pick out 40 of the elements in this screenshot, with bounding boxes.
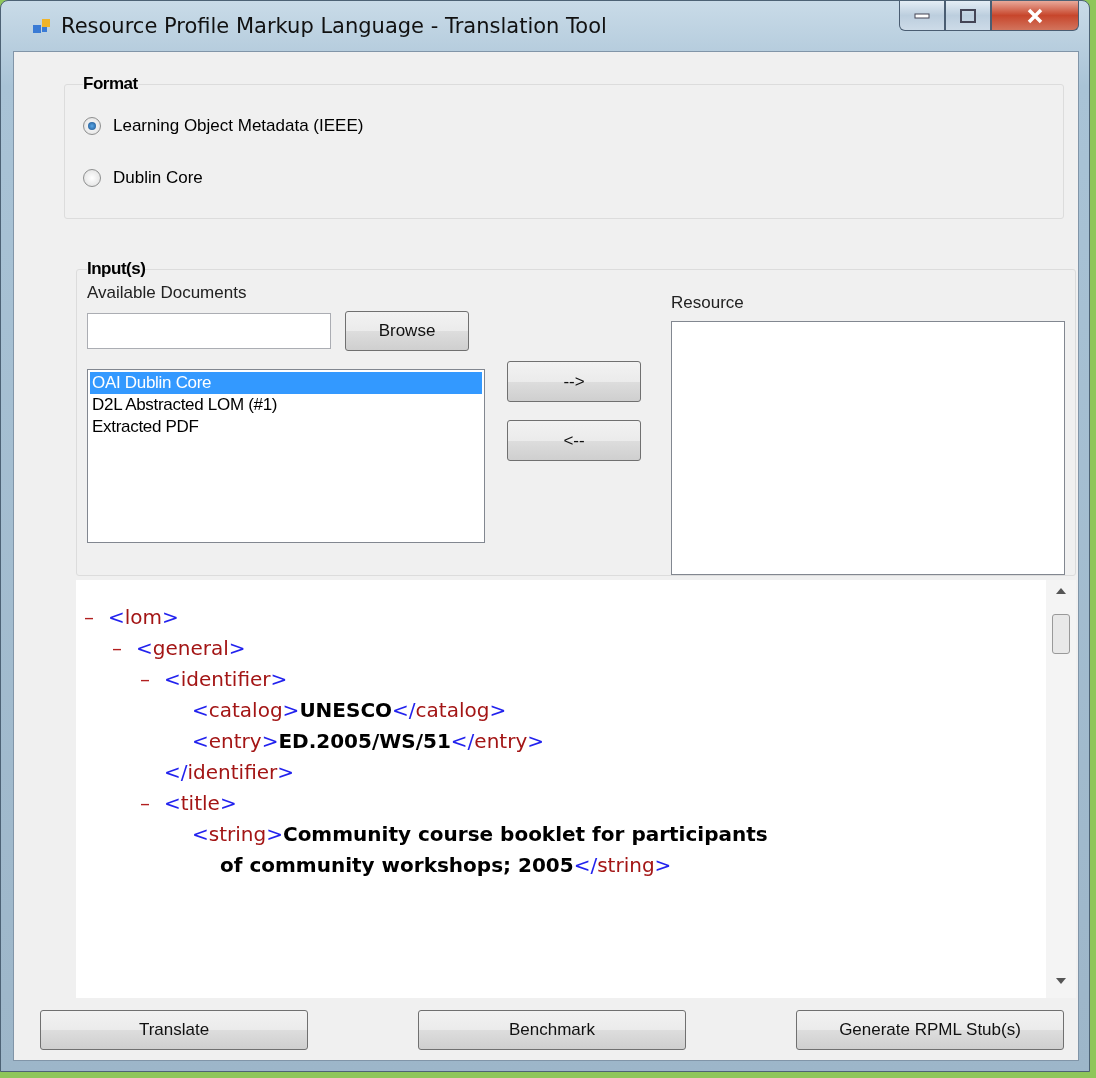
collapse-toggle[interactable]: – [84,602,98,633]
minimize-icon [914,12,930,19]
collapse-toggle[interactable]: – [112,633,126,664]
collapse-toggle[interactable]: – [140,788,154,819]
scrollbar[interactable] [1046,580,1076,998]
xml-open-tag: <identifier> [164,664,288,695]
list-item[interactable]: D2L Abstracted LOM (#1) [90,394,482,416]
group-title: Input(s) [87,259,146,279]
add-button[interactable]: --> [507,361,641,402]
close-button[interactable] [991,1,1079,31]
browse-button[interactable]: Browse [345,311,469,351]
xml-open-tag: <general> [136,633,246,664]
radio-option[interactable]: Learning Object Metadata (IEEE) [83,100,1045,152]
xml-element: <catalog>UNESCO</catalog> [192,698,507,722]
list-item[interactable]: Extracted PDF [90,416,482,438]
app-icon [33,18,51,34]
maximize-icon [960,8,976,23]
xml-close-tag: </identifier> [164,757,295,788]
radio-option[interactable]: Dublin Core [83,152,1045,204]
group-title: Format [83,74,138,94]
field-label: Available Documents [87,283,248,303]
maximize-button[interactable] [945,1,991,31]
scroll-up-icon[interactable] [1056,588,1066,594]
close-icon [1026,7,1044,24]
xml-open-tag: <title> [164,788,237,819]
window-title: Resource Profile Markup Language - Translation Tool [61,14,607,38]
remove-button[interactable]: <-- [507,420,641,461]
action-button[interactable]: Translate [40,1010,308,1050]
action-button[interactable]: Generate RPML Stub(s) [796,1010,1064,1050]
xml-element: <entry>ED.2005/WS/51</entry> [192,729,544,753]
scroll-down-icon[interactable] [1056,978,1066,984]
documents-list[interactable]: OAI Dublin Core D2L Abstracted LOM (#1) Extracted PDF [87,369,485,543]
scroll-thumb[interactable] [1052,614,1070,654]
minimize-button[interactable] [899,1,945,31]
field-label: Resource [671,293,745,313]
xml-element: <string>Community course booklet for participants of community workshops; 2005</string> [192,822,768,877]
action-button[interactable]: Benchmark [418,1010,686,1050]
collapse-toggle[interactable]: – [140,664,154,695]
path-field[interactable] [87,313,331,349]
xml-open-tag: <lom> [108,602,179,633]
